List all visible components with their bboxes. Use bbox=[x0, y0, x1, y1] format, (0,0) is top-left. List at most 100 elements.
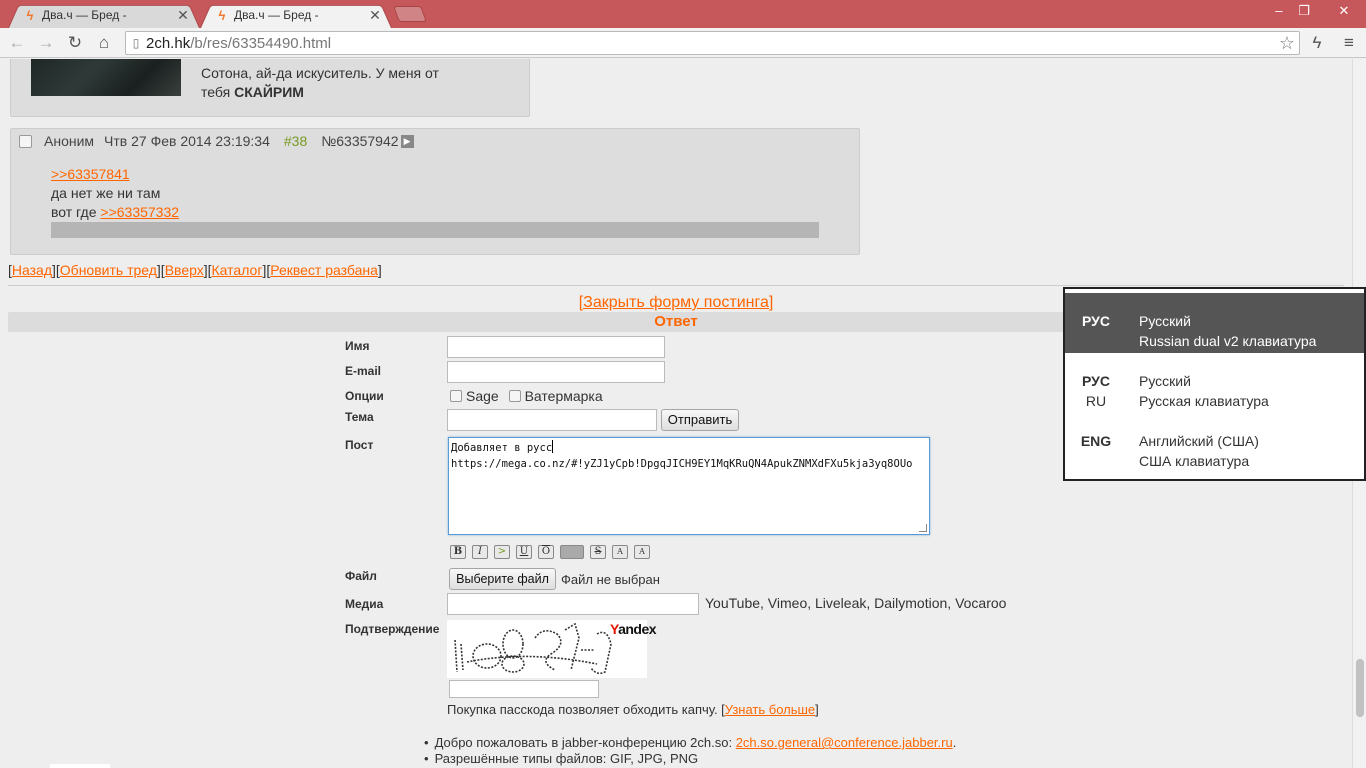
media-input[interactable] bbox=[447, 593, 699, 615]
strike-button[interactable]: S bbox=[590, 545, 606, 559]
post-date: Чтв 27 Фев 2014 23:19:34 bbox=[104, 133, 270, 149]
home-icon[interactable]: ⌂ bbox=[92, 32, 116, 54]
board-rules: Добро пожаловать в jabber-конференцию 2c… bbox=[424, 735, 957, 767]
markup-toolbar: B I > U O S A A bbox=[450, 545, 650, 559]
post-text: Сотона, ай-да искуситель. У меня от тебя… bbox=[201, 65, 439, 100]
language-names: Русский Russian dual v2 клавиатура bbox=[1139, 313, 1317, 349]
choose-file-button[interactable]: Выберите файл bbox=[449, 568, 556, 590]
tab-title: Два.ч — Бред - bbox=[234, 8, 319, 22]
language-names: Английский (США) США клавиатура bbox=[1139, 433, 1259, 469]
nav-back-link[interactable]: Назад bbox=[12, 262, 52, 278]
close-tab-icon[interactable]: ✕ bbox=[176, 7, 190, 24]
superscript-button[interactable]: A bbox=[612, 545, 628, 559]
spoiler-bar bbox=[51, 222, 819, 238]
language-option-english[interactable]: ENG Английский (США) США клавиатура bbox=[1065, 413, 1364, 473]
italic-button[interactable]: I bbox=[472, 545, 488, 559]
post-number[interactable]: №63357942 bbox=[321, 133, 398, 149]
lightning-icon: ϟ bbox=[26, 7, 34, 23]
scrollbar-thumb[interactable] bbox=[1356, 659, 1364, 717]
post-textarea[interactable]: Добавляет в русс https://mega.co.nz/#!yZ… bbox=[448, 437, 930, 535]
language-option-russian-dual[interactable]: РУС Русский Russian dual v2 клавиатура bbox=[1065, 293, 1364, 353]
browser-titlebar: ϟ Два.ч — Бред - ✕ ϟ Два.ч — Бред - ✕ ‒ … bbox=[0, 0, 1366, 29]
language-option-russian[interactable]: РУС RU Русский Русская клавиатура bbox=[1065, 353, 1364, 413]
sage-checkbox[interactable] bbox=[450, 390, 462, 402]
post-previous: Сотона, ай-да искуситель. У меня от тебя… bbox=[10, 59, 530, 117]
post-label: Пост bbox=[345, 438, 374, 452]
name-input[interactable] bbox=[447, 336, 665, 358]
learn-more-link[interactable]: Узнать больше bbox=[725, 702, 815, 717]
address-bar[interactable]: ▯ 2ch.hk/b/res/63354490.html ☆ bbox=[125, 31, 1300, 55]
back-arrow-icon[interactable]: ← bbox=[5, 32, 29, 54]
expand-play-icon[interactable]: ▶ bbox=[400, 134, 414, 148]
email-label: E-mail bbox=[345, 364, 382, 378]
bookmark-star-icon[interactable]: ☆ bbox=[1279, 33, 1295, 54]
bottom-strip bbox=[50, 764, 110, 768]
nav-request-unban-link[interactable]: Реквест разбана bbox=[270, 262, 378, 278]
jabber-link[interactable]: 2ch.so.general@conference.jabber.ru bbox=[736, 735, 953, 750]
yandex-logo: Yandex bbox=[610, 621, 657, 637]
url-text: 2ch.hk/b/res/63354490.html bbox=[146, 34, 332, 52]
nav-top-link[interactable]: Вверх bbox=[165, 262, 204, 278]
post-thumbnail-image[interactable] bbox=[31, 59, 181, 96]
post-63357942: Аноним Чтв 27 Фев 2014 23:19:34 #38 №633… bbox=[10, 128, 860, 255]
reply-link[interactable]: >>63357841 bbox=[51, 166, 130, 182]
quote-button[interactable]: > bbox=[494, 545, 510, 559]
resize-grip[interactable] bbox=[919, 524, 927, 532]
close-form-link[interactable]: [Закрыть форму постинга] bbox=[579, 294, 774, 311]
browser-toolbar: ← → ↻ ⌂ ▯ 2ch.hk/b/res/63354490.html ☆ ϟ… bbox=[0, 28, 1366, 58]
captcha-label: Подтверждение bbox=[345, 622, 440, 636]
post-select-checkbox[interactable] bbox=[19, 134, 32, 148]
overline-button[interactable]: O bbox=[538, 545, 554, 559]
reply-link[interactable]: >>63357332 bbox=[100, 204, 179, 220]
underline-button[interactable]: U bbox=[516, 545, 532, 559]
language-code: ENG bbox=[1080, 433, 1112, 449]
subject-input[interactable] bbox=[447, 409, 657, 431]
passcode-note: Покупка пасскода позволяет обходить капч… bbox=[447, 702, 819, 717]
submit-button[interactable]: Отправить bbox=[661, 409, 739, 431]
language-code: РУС bbox=[1082, 313, 1110, 329]
captcha-input[interactable] bbox=[449, 680, 599, 698]
media-label: Медиа bbox=[345, 597, 384, 611]
post-author: Аноним bbox=[44, 133, 95, 149]
thread-nav: [Назад][Обновить тред][Вверх][Каталог][Р… bbox=[8, 262, 382, 278]
browser-tab-1[interactable]: ϟ Два.ч — Бред - ✕ bbox=[8, 2, 200, 29]
email-input[interactable] bbox=[447, 361, 665, 383]
minimize-icon[interactable]: ‒ bbox=[1266, 2, 1292, 20]
subject-label: Тема bbox=[345, 410, 374, 424]
browser-tab-2[interactable]: ϟ Два.ч — Бред - ✕ bbox=[200, 2, 392, 29]
file-label: Файл bbox=[345, 569, 377, 583]
sage-label: Sage bbox=[466, 388, 499, 404]
nav-refresh-link[interactable]: Обновить тред bbox=[60, 262, 157, 278]
restore-icon[interactable]: ❐ bbox=[1291, 2, 1317, 20]
close-window-icon[interactable]: ✕ bbox=[1327, 2, 1361, 20]
language-switcher-popup: РУС Русский Russian dual v2 клавиатура Р… bbox=[1063, 287, 1366, 481]
tab-title: Два.ч — Бред - bbox=[42, 8, 127, 22]
lightning-icon: ϟ bbox=[218, 7, 226, 23]
nav-catalog-link[interactable]: Каталог bbox=[212, 262, 263, 278]
name-label: Имя bbox=[345, 339, 370, 353]
new-tab-button[interactable] bbox=[393, 6, 427, 22]
post-header: Аноним Чтв 27 Фев 2014 23:19:34 #38 №633… bbox=[19, 133, 414, 149]
options-label: Опции bbox=[345, 389, 384, 403]
watermark-label: Ватермарка bbox=[524, 388, 603, 404]
post-index: #38 bbox=[283, 133, 308, 149]
page-icon: ▯ bbox=[132, 36, 140, 50]
subscript-button[interactable]: A bbox=[634, 545, 650, 559]
file-status: Файл не выбран bbox=[561, 572, 660, 587]
reload-icon[interactable]: ↻ bbox=[63, 32, 87, 54]
language-names: Русский Русская клавиатура bbox=[1139, 373, 1269, 409]
extension-lightning-icon[interactable]: ϟ bbox=[1305, 32, 1329, 54]
language-code: РУС RU bbox=[1082, 373, 1110, 409]
watermark-checkbox[interactable] bbox=[508, 390, 521, 402]
rule-item: Добро пожаловать в jabber-конференцию 2c… bbox=[424, 735, 957, 751]
close-tab-icon[interactable]: ✕ bbox=[368, 7, 382, 24]
divider bbox=[8, 285, 1344, 286]
bold-button[interactable]: B bbox=[450, 545, 466, 559]
forward-arrow-icon[interactable]: → bbox=[34, 32, 58, 54]
spoiler-button[interactable] bbox=[560, 545, 584, 559]
post-body: >>63357841 да нет же ни там вот где >>63… bbox=[51, 166, 180, 220]
media-hint: YouTube, Vimeo, Liveleak, Dailymotion, V… bbox=[705, 595, 1007, 611]
menu-icon[interactable]: ≡ bbox=[1337, 32, 1361, 54]
options-row: Sage Ватермарка bbox=[450, 388, 609, 404]
rule-item: Разрешённые типы файлов: GIF, JPG, PNG bbox=[424, 751, 956, 767]
